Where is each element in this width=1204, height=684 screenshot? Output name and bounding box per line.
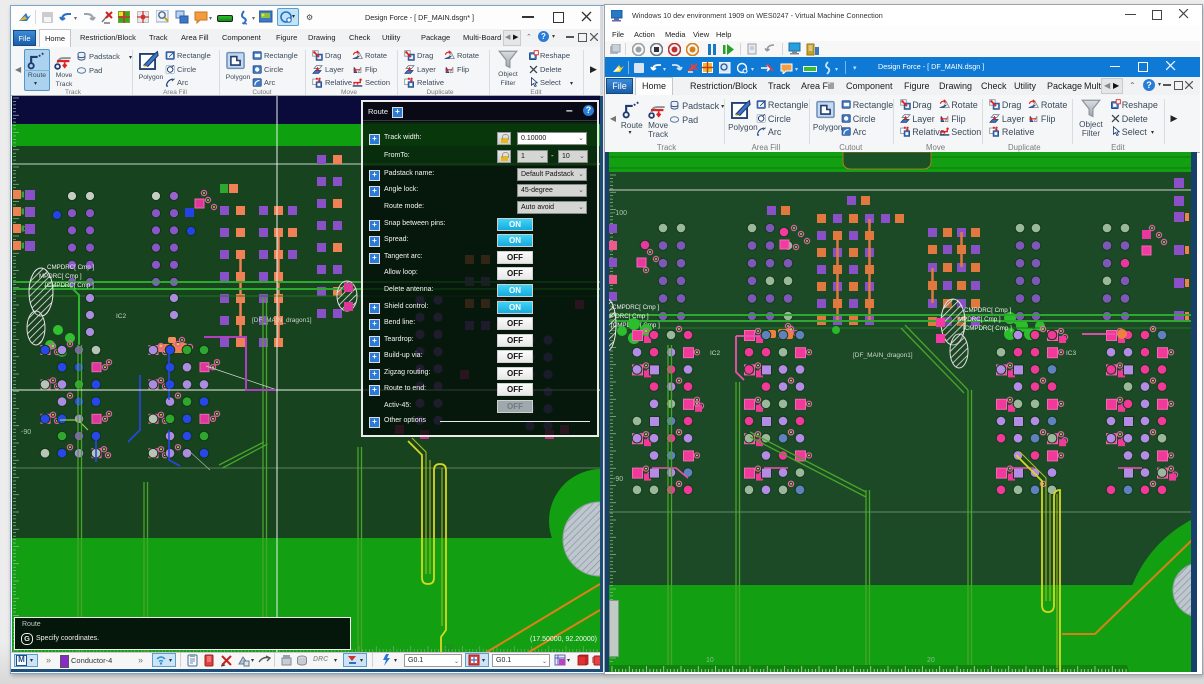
svg-text:[DF_MAIN_dragon1]: [DF_MAIN_dragon1] [252, 317, 312, 324]
svg-text:IC2: IC2 [116, 313, 127, 320]
svg-text:10: 10 [706, 657, 714, 664]
svg-text:IC3: IC3 [1066, 350, 1077, 357]
svg-text:-100: -100 [613, 210, 627, 217]
svg-text:CMPDRC[ Cmp ]: CMPDRC[ Cmp ] [47, 264, 94, 271]
svg-text:20: 20 [445, 644, 453, 651]
svg-text:-90: -90 [21, 429, 31, 436]
svg-text:[DF_MAIN_dragon1]: [DF_MAIN_dragon1] [853, 352, 913, 359]
svg-text:MPDRC[ Cmp ]: MPDRC[ Cmp ] [39, 273, 82, 280]
svg-text:-90: -90 [613, 476, 623, 483]
svg-text:[CMPDRC[ Cmp ]: [CMPDRC[ Cmp ] [45, 282, 94, 289]
svg-text:IC2: IC2 [710, 350, 721, 357]
svg-text:CMPDRC[ Cmp ]: CMPDRC[ Cmp ] [612, 304, 659, 311]
svg-text:MPDRC[ Cmp ]: MPDRC[ Cmp ] [958, 316, 1001, 323]
svg-text:[CMPDRC[ Cmp ]: [CMPDRC[ Cmp ] [963, 325, 1012, 332]
svg-text:20: 20 [927, 657, 935, 664]
svg-text:CMPDRC[ Cmp ]: CMPDRC[ Cmp ] [964, 307, 1011, 314]
svg-text:(17.50000, 92.20000): (17.50000, 92.20000) [530, 636, 597, 643]
svg-text:MPDRC[ Cmp ]: MPDRC[ Cmp ] [606, 313, 649, 320]
